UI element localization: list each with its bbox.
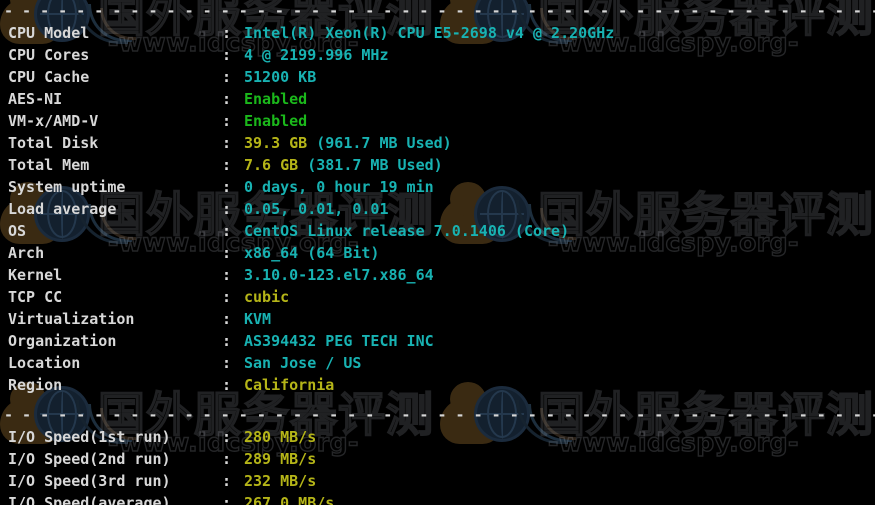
row-value: Intel(R) Xeon(R) CPU E5-2698 v4 @ 2.20GH… xyxy=(244,24,615,42)
row-colon: : xyxy=(222,472,232,490)
row-colon: : xyxy=(222,68,232,86)
row-label: I/O Speed(3rd run) xyxy=(8,472,171,490)
row-colon: : xyxy=(222,134,232,152)
sysinfo-row-aes-ni: AES-NI: Enabled xyxy=(0,88,875,110)
row-value: KVM xyxy=(244,310,272,328)
row-colon: : xyxy=(222,112,232,130)
row-value: AS394432 PEG TECH INC xyxy=(244,332,434,350)
sysinfo-row-cpu-cores: CPU Cores:4 @ 2199.996 MHz xyxy=(0,44,875,66)
row-label: CPU Cores xyxy=(8,46,90,64)
row-label: I/O Speed(average) xyxy=(8,494,171,505)
row-value: San Jose / US xyxy=(244,354,362,372)
row-label: Region xyxy=(8,376,63,394)
row-colon: : xyxy=(222,332,232,350)
separator-top: - - - - - - - - - - - - - - - - - - - - … xyxy=(4,2,875,20)
row-label: AES-NI xyxy=(8,90,63,108)
row-label: System uptime xyxy=(8,178,126,196)
separator-middle: - - - - - - - - - - - - - - - - - - - - … xyxy=(4,406,875,424)
row-colon: : xyxy=(222,450,232,468)
io-speed-row-i-o-speed-2nd-run: I/O Speed(2nd run):289 MB/s xyxy=(0,448,875,470)
row-value: 3.10.0-123.el7.x86_64 xyxy=(244,266,434,284)
row-colon: : xyxy=(222,90,232,108)
row-value: 280 MB/s xyxy=(244,428,317,446)
row-value: 0 days, 0 hour 19 min xyxy=(244,178,434,196)
row-colon: : xyxy=(222,222,232,240)
io-speed-section: I/O Speed(1st run):280 MB/s I/O Speed(2nd… xyxy=(0,426,875,505)
sysinfo-row-arch: Arch: x86_64 (64 Bit) xyxy=(0,242,875,264)
sysinfo-row-cpu-cache: CPU Cache:51200 KB xyxy=(0,66,875,88)
row-colon: : xyxy=(222,376,232,394)
sysinfo-row-region: Region: California xyxy=(0,374,875,396)
row-label: I/O Speed(1st run) xyxy=(8,428,171,446)
sysinfo-row-cpu-model: CPU Model: Intel(R) Xeon(R) CPU E5-2698 v… xyxy=(0,22,875,44)
sysinfo-row-load-average: Load average:0.05, 0.01, 0.01 xyxy=(0,198,875,220)
row-label: Load average xyxy=(8,200,117,218)
row-value: 39.3 GB xyxy=(244,134,308,152)
row-label: I/O Speed(2nd run) xyxy=(8,450,171,468)
row-colon: : xyxy=(222,266,232,284)
row-value: California xyxy=(244,376,335,394)
sysinfo-row-virtualization: Virtualization: KVM xyxy=(0,308,875,330)
sysinfo-row-os: OS: CentOS Linux release 7.0.1406 (Core) xyxy=(0,220,875,242)
row-colon: : xyxy=(222,178,232,196)
row-label: TCP CC xyxy=(8,288,63,306)
io-speed-row-i-o-speed-average: I/O Speed(average): 267.0 MB/s xyxy=(0,492,875,505)
row-colon: : xyxy=(222,310,232,328)
row-value: 267.0 MB/s xyxy=(244,494,335,505)
sysinfo-row-system-uptime: System uptime:0 days, 0 hour 19 min xyxy=(0,176,875,198)
row-colon: : xyxy=(222,288,232,306)
sysinfo-row-vm-x-amd-v: VM-x/AMD-V: Enabled xyxy=(0,110,875,132)
row-value: 232 MB/s xyxy=(244,472,317,490)
row-colon: : xyxy=(222,200,232,218)
row-label: Arch xyxy=(8,244,45,262)
row-colon: : xyxy=(222,46,232,64)
row-value-suffix: (961.7 MB Used) xyxy=(307,134,452,152)
row-value-suffix: (381.7 MB Used) xyxy=(298,156,443,174)
row-label: Virtualization xyxy=(8,310,135,328)
row-colon: : xyxy=(222,24,232,42)
sysinfo-row-total-mem: Total Mem:7.6 GB (381.7 MB Used) xyxy=(0,154,875,176)
system-info-section: CPU Model: Intel(R) Xeon(R) CPU E5-2698 v… xyxy=(0,22,875,396)
row-value: x86_64 (64 Bit) xyxy=(244,244,380,262)
io-speed-row-i-o-speed-3rd-run: I/O Speed(3rd run):232 MB/s xyxy=(0,470,875,492)
row-value: 0.05, 0.01, 0.01 xyxy=(244,200,389,218)
row-value: cubic xyxy=(244,288,290,306)
row-value: Enabled xyxy=(244,112,308,130)
row-label: CPU Cache xyxy=(8,68,90,86)
io-speed-row-i-o-speed-1st-run: I/O Speed(1st run):280 MB/s xyxy=(0,426,875,448)
row-value: 7.6 GB xyxy=(244,156,299,174)
terminal-output: - - - - - - - - - - - - - - - - - - - - … xyxy=(0,0,875,505)
row-label: Location xyxy=(8,354,81,372)
sysinfo-row-tcp-cc: TCP CC: cubic xyxy=(0,286,875,308)
row-label: VM-x/AMD-V xyxy=(8,112,99,130)
row-colon: : xyxy=(222,428,232,446)
row-label: Kernel xyxy=(8,266,63,284)
row-label: Total Mem xyxy=(8,156,90,174)
row-value: CentOS Linux release 7.0.1406 (Core) xyxy=(244,222,570,240)
row-label: Organization xyxy=(8,332,117,350)
row-colon: : xyxy=(222,494,232,505)
sysinfo-row-kernel: Kernel:3.10.0-123.el7.x86_64 xyxy=(0,264,875,286)
sysinfo-row-organization: Organization: AS394432 PEG TECH INC xyxy=(0,330,875,352)
row-label: CPU Model xyxy=(8,24,90,42)
row-colon: : xyxy=(222,156,232,174)
row-value: 289 MB/s xyxy=(244,450,317,468)
row-label: Total Disk xyxy=(8,134,99,152)
row-label: OS xyxy=(8,222,27,240)
row-value: 51200 KB xyxy=(244,68,317,86)
row-value: Enabled xyxy=(244,90,308,108)
row-value: 4 @ 2199.996 MHz xyxy=(244,46,389,64)
row-colon: : xyxy=(222,244,232,262)
sysinfo-row-location: Location: San Jose / US xyxy=(0,352,875,374)
row-colon: : xyxy=(222,354,232,372)
sysinfo-row-total-disk: Total Disk:39.3 GB (961.7 MB Used) xyxy=(0,132,875,154)
